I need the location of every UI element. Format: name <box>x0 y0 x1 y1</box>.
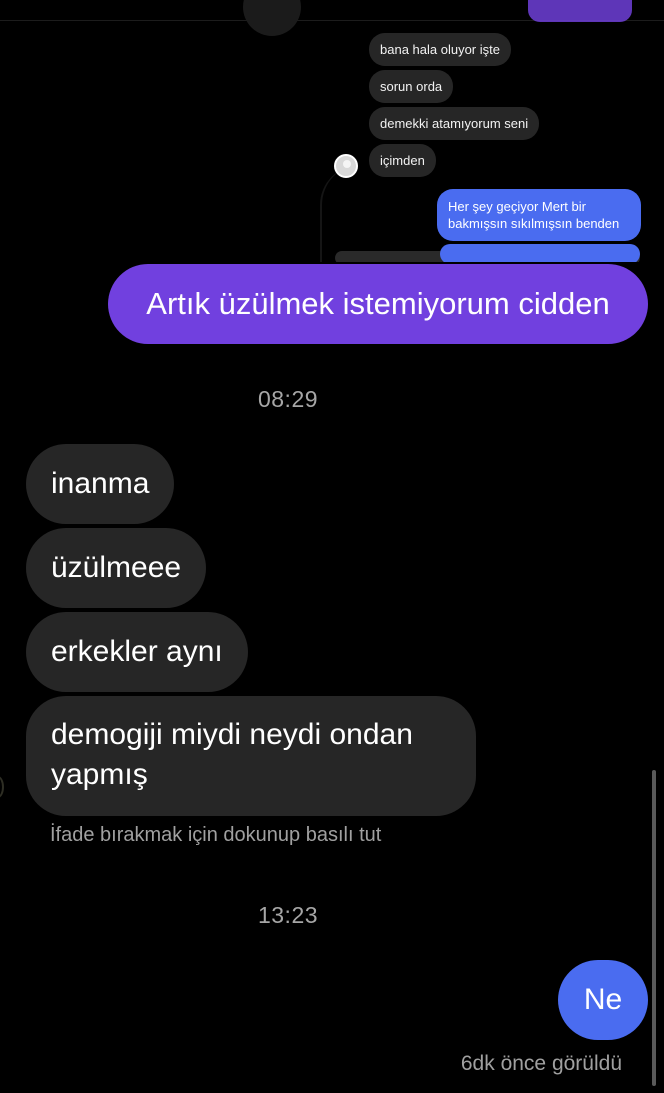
embedded-received-message: bana hala oluyor işte <box>369 33 511 66</box>
embedded-sent-message: Her şey geçiyor Mert bir bakmışsın sıkıl… <box>437 189 641 241</box>
avatar-shadow <box>243 0 301 36</box>
avatar-edge <box>0 776 4 798</box>
sent-message[interactable]: Artık üzülmek istemiyorum cidden <box>108 264 648 344</box>
seen-status: 6dk önce görüldü <box>460 1052 622 1075</box>
bubble-fragment <box>440 244 640 262</box>
sent-bubble-fragment <box>528 0 632 22</box>
received-message[interactable]: üzülmeee <box>26 528 207 608</box>
embedded-chat-image[interactable]: bana hala oluyor işte sorun orda demekki… <box>0 0 664 262</box>
thread-curve <box>320 165 362 262</box>
scrollbar[interactable] <box>652 770 656 1086</box>
timestamp: 13:23 <box>257 902 319 928</box>
reaction-hint: İfade bırakmak için dokunup basılı tut <box>50 824 382 846</box>
embedded-received-message: içimden <box>369 144 436 177</box>
embedded-received-message: sorun orda <box>369 70 454 103</box>
embedded-received-message: demekki atamıyorum seni <box>369 107 540 140</box>
sent-message[interactable]: Ne <box>558 960 648 1040</box>
received-message[interactable]: erkekler aynı <box>26 612 248 692</box>
received-message[interactable]: demogiji miydi neydi ondan yapmış <box>26 696 476 816</box>
timestamp: 08:29 <box>257 386 319 412</box>
received-message[interactable]: inanma <box>26 444 175 524</box>
avatar <box>334 154 358 178</box>
